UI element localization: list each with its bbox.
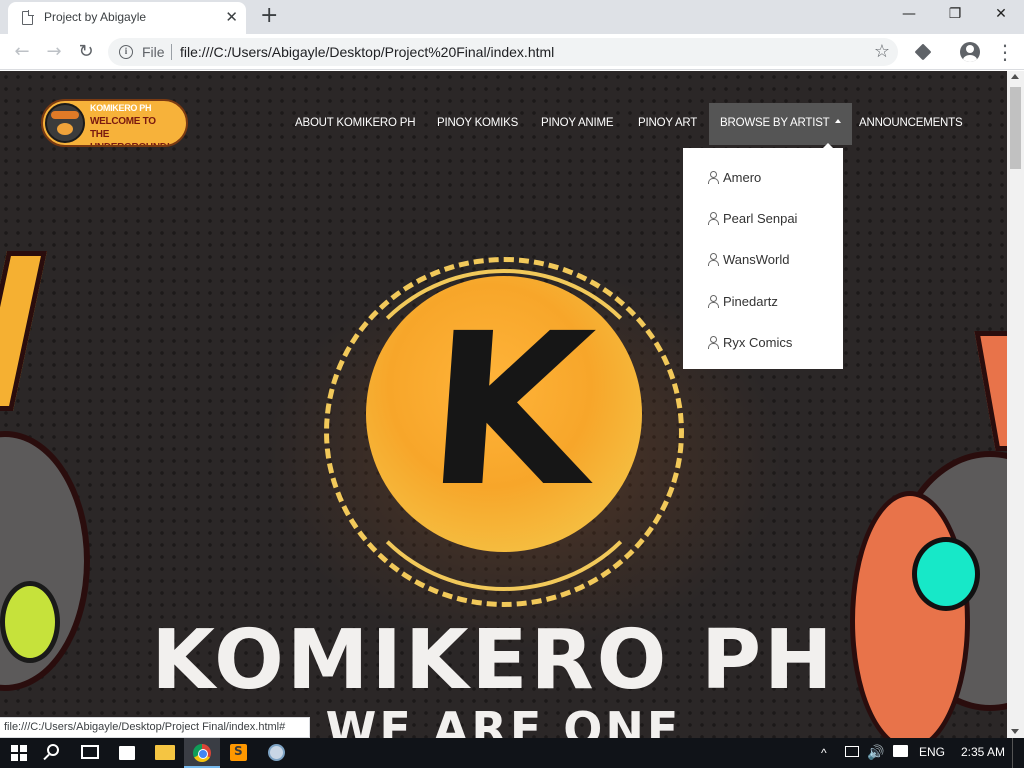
- page-scrollbar[interactable]: [1007, 71, 1024, 738]
- address-bar[interactable]: i File file:///C:/Users/Abigayle/Desktop…: [108, 38, 898, 66]
- close-window-button[interactable]: ✕: [978, 4, 1024, 28]
- nav-pinoy-art[interactable]: PINOY ART: [638, 103, 697, 145]
- show-desktop-button[interactable]: [1012, 738, 1013, 768]
- person-icon: [708, 336, 719, 349]
- logo-mascot-icon: [45, 103, 85, 143]
- nav-about[interactable]: ABOUT KOMIKERO PH: [295, 103, 416, 145]
- logo-brand: KOMIKERO PH: [90, 103, 152, 113]
- kebab-menu-icon[interactable]: ⋮: [995, 40, 1015, 64]
- logo-slogan-line2: THE UNDERGROUND!: [90, 129, 170, 145]
- dropdown-item-wansworld[interactable]: WansWorld: [708, 252, 789, 272]
- caret-up-icon: [834, 119, 841, 124]
- close-tab-icon[interactable]: ✕: [225, 8, 238, 26]
- dropdown-item-pearl-senpai[interactable]: Pearl Senpai: [708, 211, 797, 231]
- maximize-button[interactable]: ❐: [932, 4, 978, 28]
- dropdown-item-pinedartz[interactable]: Pinedartz: [708, 294, 778, 314]
- mascot-left-ear: [0, 251, 48, 411]
- mascot-right-ear: [974, 331, 1007, 451]
- dropdown-item-label: Pearl Senpai: [723, 211, 798, 226]
- chrome-icon[interactable]: [193, 744, 211, 762]
- back-icon[interactable]: ←: [10, 40, 34, 64]
- dropdown-item-label: Ryx Comics: [723, 335, 793, 350]
- logo-slogan: WELCOME TO THE UNDERGROUND!: [90, 115, 186, 145]
- scroll-thumb[interactable]: [1010, 87, 1021, 169]
- paint-icon[interactable]: [268, 744, 285, 761]
- browser-tab[interactable]: Project by Abigayle ✕: [8, 2, 246, 34]
- store-icon[interactable]: [119, 746, 135, 760]
- dropdown-item-amero[interactable]: Amero: [708, 170, 761, 190]
- bookmark-star-icon[interactable]: ☆: [874, 41, 890, 62]
- sublime-text-icon[interactable]: [230, 744, 247, 761]
- page-viewport: K KOMIKERO PH WE ARE ONE KOMIKERO PH WEL…: [0, 71, 1007, 738]
- nav-pinoy-komiks[interactable]: PINOY KOMIKS: [437, 103, 518, 145]
- person-icon: [708, 212, 719, 225]
- network-icon[interactable]: [845, 746, 859, 757]
- scheme-label: File: [142, 44, 165, 60]
- search-icon[interactable]: [47, 744, 59, 756]
- person-icon: [708, 295, 719, 308]
- dropdown-item-ryx-comics[interactable]: Ryx Comics: [708, 335, 792, 355]
- mascot-right-eye: [912, 537, 980, 611]
- action-center-icon[interactable]: [893, 745, 908, 757]
- dropdown-item-label: Amero: [723, 170, 762, 185]
- tray-chevron-icon[interactable]: ^: [821, 745, 827, 761]
- language-indicator[interactable]: ENG: [919, 744, 945, 760]
- dropdown-item-label: Pinedartz: [723, 294, 778, 309]
- nav-browse-by-artist-label: BROWSE BY ARTIST: [720, 117, 830, 129]
- nav-pinoy-anime[interactable]: PINOY ANIME: [541, 103, 614, 145]
- artist-dropdown: Amero Pearl Senpai WansWorld Pinedartz R…: [683, 143, 843, 369]
- hero-logo-letter: K: [420, 288, 600, 533]
- clock[interactable]: 2:35 AM: [961, 744, 1005, 760]
- task-view-icon[interactable]: [81, 745, 99, 759]
- page-icon: [22, 10, 34, 25]
- person-icon: [708, 253, 719, 266]
- info-icon[interactable]: i: [119, 45, 133, 59]
- site-logo[interactable]: KOMIKERO PH WELCOME TO THE UNDERGROUND!: [41, 99, 188, 147]
- address-separator: [171, 44, 172, 60]
- person-icon: [708, 171, 719, 184]
- tab-title: Project by Abigayle: [44, 10, 147, 24]
- minimize-button[interactable]: —: [886, 4, 932, 28]
- new-tab-button[interactable]: +: [260, 4, 278, 28]
- hero-title: KOMIKERO PH: [151, 613, 836, 708]
- scroll-down-icon[interactable]: [1011, 729, 1019, 734]
- forward-icon[interactable]: →: [42, 40, 66, 64]
- reload-icon[interactable]: ↻: [74, 40, 98, 64]
- file-explorer-icon[interactable]: [155, 745, 175, 760]
- nav-browse-by-artist[interactable]: BROWSE BY ARTIST: [709, 103, 852, 145]
- link-status-bubble: file:///C:/Users/Abigayle/Desktop/Projec…: [0, 717, 311, 738]
- tab-strip: Project by Abigayle ✕ + — ❐ ✕: [0, 0, 1024, 34]
- volume-icon[interactable]: 🔊: [867, 744, 884, 760]
- browser-toolbar: ← → ↻ i File file:///C:/Users/Abigayle/D…: [0, 34, 1024, 70]
- nav-announcements[interactable]: ANNOUNCEMENTS: [859, 103, 963, 145]
- windows-start-icon[interactable]: [11, 745, 27, 761]
- profile-icon[interactable]: [960, 42, 980, 62]
- url-text[interactable]: file:///C:/Users/Abigayle/Desktop/Projec…: [180, 44, 554, 60]
- dropdown-item-label: WansWorld: [723, 252, 790, 267]
- logo-slogan-line1: WELCOME TO: [90, 116, 156, 127]
- scroll-up-icon[interactable]: [1011, 74, 1019, 79]
